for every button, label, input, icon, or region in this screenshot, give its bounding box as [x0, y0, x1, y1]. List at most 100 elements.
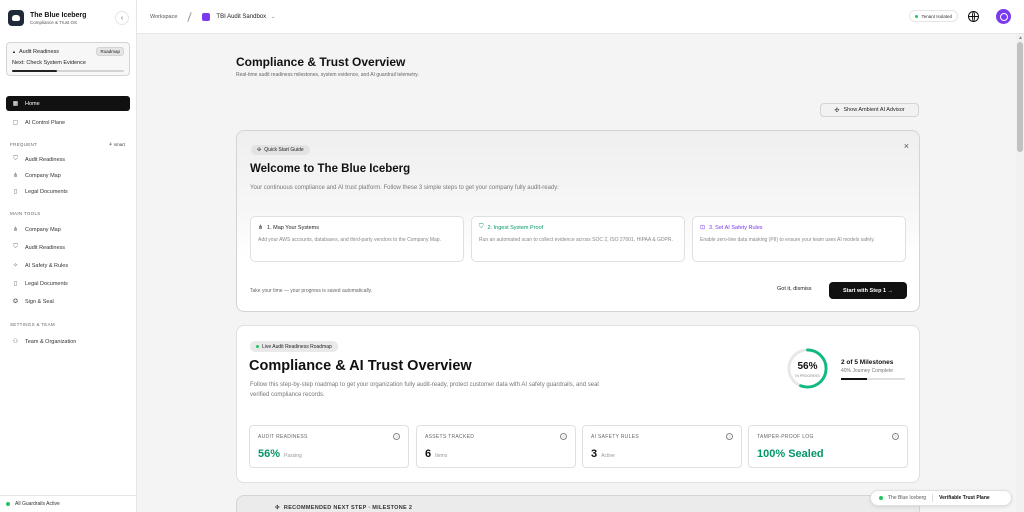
- lock-icon: ⊡: [700, 225, 706, 231]
- show-ambient-advisor-button[interactable]: ✣ Show Ambient AI Advisor: [820, 103, 919, 117]
- stat-ai-safety-rules[interactable]: AI SAFETY RULES ? 3 Active: [582, 425, 742, 468]
- readiness-progress-fill: [12, 70, 57, 72]
- status-dot-icon: [256, 345, 259, 348]
- stat-audit-readiness[interactable]: AUDIT READINESS ? 56% Passing: [249, 425, 409, 468]
- step-description: Run an automated scan to collect evidenc…: [479, 237, 673, 243]
- sidebar-item-label: Home: [25, 100, 40, 107]
- network-icon: ⋔: [258, 225, 264, 231]
- step-card-ai-safety[interactable]: ⊡ 3. Set AI Safety Rules Enable zero-line…: [692, 216, 906, 262]
- scrollbar[interactable]: ▲: [1016, 34, 1024, 512]
- quick-start-pill: ✣ Quick Start Guide: [251, 145, 310, 155]
- sparkle-icon: ✧: [12, 263, 19, 269]
- stat-value: 3: [591, 448, 598, 460]
- step-description: Add your AWS accounts, databases, and th…: [258, 237, 441, 243]
- ring-status: IN PROGRESS: [795, 374, 820, 378]
- network-icon: ⋔: [12, 227, 19, 233]
- sidebar-item-label: Team & Organization: [25, 338, 77, 345]
- sidebar-item-label: AI Control Plane: [25, 119, 66, 126]
- journey-complete: 40% Journey Complete: [841, 368, 893, 374]
- stat-assets-tracked[interactable]: ASSETS TRACKED ? 6 Items: [416, 425, 576, 468]
- tenant-text: Tenant Isolated: [921, 13, 952, 19]
- network-icon: ⋔: [12, 173, 19, 179]
- collapse-sidebar-icon[interactable]: ‹: [115, 11, 129, 25]
- page-title: Compliance & Trust Overview: [236, 55, 406, 69]
- avatar[interactable]: [996, 9, 1011, 24]
- trust-label: Verifiable Trust Plane: [939, 495, 990, 501]
- grid-icon: ▦: [12, 101, 19, 107]
- sidebar-item-sign-seal[interactable]: ✪ Sign & Seal: [6, 294, 130, 309]
- info-icon[interactable]: ?: [726, 433, 733, 440]
- sidebar-item-label: Sign & Seal: [25, 298, 54, 305]
- section-label-frequent: FREQUENT: [10, 142, 38, 147]
- document-icon: ▢: [12, 120, 19, 126]
- seal-icon: ✪: [12, 299, 19, 305]
- step-card-ingest-proof[interactable]: ⛉ 2. Ingest System Proof Run an automated…: [471, 216, 685, 262]
- sparkle-icon: ✣: [834, 107, 840, 114]
- audit-readiness-card[interactable]: ▲ Audit Readiness Roadmap Next: Check Sys…: [6, 42, 130, 76]
- breadcrumb-separator: [187, 11, 193, 22]
- scroll-thumb[interactable]: [1017, 42, 1023, 152]
- live-roadmap-pill: Live Audit Readiness Roadmap: [250, 341, 338, 352]
- sidebar-item-legal-documents[interactable]: ▯ Legal Documents: [6, 184, 130, 199]
- breadcrumb-workspace[interactable]: Workspace: [150, 14, 177, 20]
- quick-start-title: Welcome to The Blue Iceberg: [250, 163, 411, 175]
- stat-value: 100% Sealed: [757, 448, 824, 460]
- status-dot-icon: [915, 14, 919, 18]
- sidebar-item-company-map-tools[interactable]: ⋔ Company Map: [6, 222, 130, 237]
- sidebar-item-label: Legal Documents: [25, 280, 68, 287]
- stat-label: TAMPER-PROOF LOG: [757, 434, 814, 440]
- step-title: 3. Set AI Safety Rules: [709, 224, 763, 231]
- sidebar-item-label: Company Map: [25, 226, 61, 233]
- sidebar-item-label: Legal Documents: [25, 188, 68, 195]
- milestones-count: 2 of 5 Milestones: [841, 359, 894, 366]
- shield-icon: ⛉: [13, 244, 18, 250]
- verifiable-trust-pill[interactable]: The Blue Iceberg Verifiable Trust Plane: [870, 490, 1012, 506]
- step-title: 2. Ingest System Proof: [487, 224, 544, 231]
- step-card-map-systems[interactable]: ⋔ 1. Map Your Systems Add your AWS accoun…: [250, 216, 464, 262]
- sidebar-item-legal-documents-tools[interactable]: ▯ Legal Documents: [6, 276, 130, 291]
- sidebar-item-audit-readiness[interactable]: ⛉ Audit Readiness: [6, 152, 130, 167]
- info-icon[interactable]: ?: [560, 433, 567, 440]
- ambient-btn-label: Show Ambient AI Advisor: [843, 107, 905, 113]
- step-description: Enable zero-line data masking (PII) to e…: [700, 237, 875, 243]
- sidebar-item-team-organization[interactable]: ⚇ Team & Organization: [6, 334, 130, 349]
- overview-title: Compliance & AI Trust Overview: [249, 358, 472, 374]
- stat-tamper-proof-log[interactable]: TAMPER-PROOF LOG ? 100% Sealed: [748, 425, 908, 468]
- sidebar-item-label: Audit Readiness: [25, 156, 66, 163]
- status-dot-icon: [6, 502, 10, 506]
- brand-logo: [8, 10, 24, 26]
- globe-icon[interactable]: [968, 11, 979, 22]
- info-icon[interactable]: ?: [393, 433, 400, 440]
- close-icon[interactable]: ×: [904, 141, 909, 151]
- section-label-settings: SETTINGS & TEAM: [10, 322, 55, 327]
- file-icon: ▯: [13, 189, 18, 195]
- team-icon: ⚇: [12, 339, 19, 345]
- info-icon[interactable]: ?: [892, 433, 899, 440]
- next-step-text: Next: Check System Evidence: [12, 60, 86, 66]
- brand-title: The Blue Iceberg: [30, 11, 87, 19]
- sidebar-item-home[interactable]: ▦ Home: [6, 96, 130, 111]
- sidebar-item-audit-readiness-tools[interactable]: ⛉ Audit Readiness: [6, 240, 130, 255]
- dismiss-button[interactable]: Got it, dismiss: [777, 286, 812, 292]
- shield-check-icon: ⛉: [479, 224, 484, 230]
- overview-description: Follow this step-by-step roadmap to get …: [250, 382, 599, 398]
- sparkle-icon: ✣: [275, 505, 280, 511]
- journey-progress-fill: [841, 378, 867, 380]
- sidebar-item-ai-control-plane[interactable]: ▢ AI Control Plane: [6, 115, 130, 130]
- roadmap-badge[interactable]: Roadmap: [96, 47, 124, 56]
- stat-label: AUDIT READINESS: [258, 434, 308, 440]
- project-switcher[interactable]: TBI Audit Sandbox ⌄: [202, 12, 276, 21]
- readiness-progress-bar: [12, 70, 124, 72]
- recommended-step-card[interactable]: ✣ RECOMMENDED NEXT STEP · MILESTONE 2: [236, 495, 920, 512]
- sidebar-item-ai-safety-rules[interactable]: ✧ AI Safety & Rules: [6, 258, 130, 273]
- chevron-down-icon: ⌄: [271, 13, 276, 20]
- sidebar-item-company-map[interactable]: ⋔ Company Map: [6, 168, 130, 183]
- section-label-main-tools: MAIN TOOLS: [10, 211, 41, 216]
- start-step-1-button[interactable]: Start with Step 1 →: [829, 282, 907, 299]
- scroll-up-icon[interactable]: ▲: [1018, 35, 1023, 41]
- page-subtitle: Real-time audit readiness milestones, sy…: [236, 72, 419, 78]
- file-icon: ▯: [13, 281, 18, 287]
- stat-unit: Items: [435, 453, 448, 459]
- stat-unit: Passing: [284, 453, 302, 459]
- sidebar-item-label: Audit Readiness: [25, 244, 66, 251]
